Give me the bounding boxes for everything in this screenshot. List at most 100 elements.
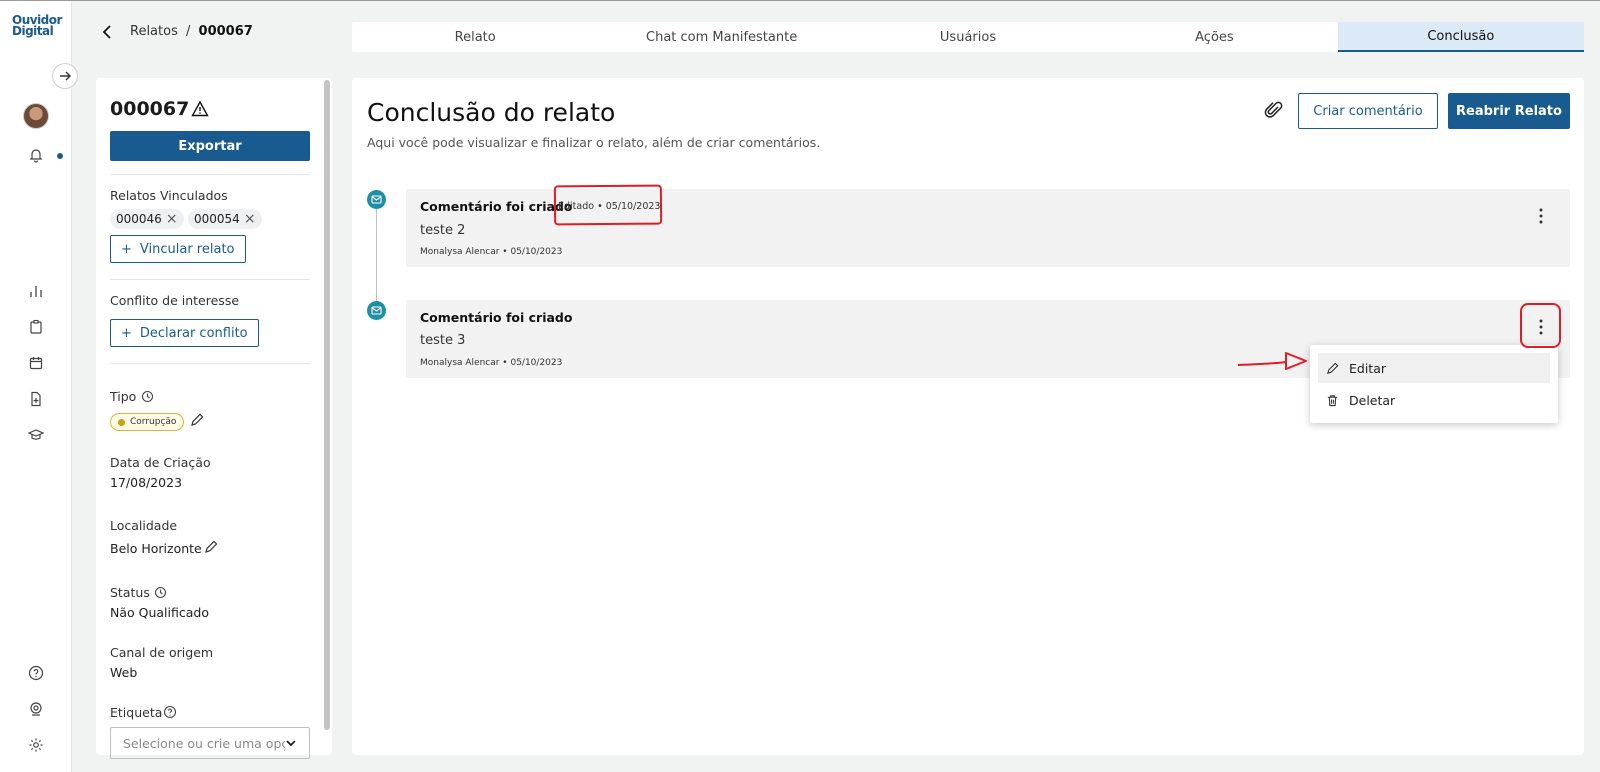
graduation-cap-icon [28,429,44,440]
close-icon[interactable]: × [166,211,178,227]
nav-calendar[interactable] [24,351,48,375]
help-circle-icon [28,665,44,681]
tab-relato[interactable]: Relato [352,22,598,52]
chevron-down-icon [286,740,296,747]
nav-training[interactable] [24,423,48,447]
divider [110,174,310,175]
file-plus-icon [31,391,41,407]
tag-select-placeholder: Selecione ou crie uma opção [123,735,285,751]
history-icon[interactable] [141,390,154,403]
tag-label: Etiqueta [110,705,163,720]
logo-line-2: Digital [12,24,54,38]
pencil-icon[interactable] [204,540,218,554]
app-logo[interactable]: Ouvidor Digital [12,14,62,38]
help-circle-icon[interactable] [163,705,177,719]
plus-icon: + [121,325,132,341]
timeline-marker [367,301,386,320]
locality-value: Belo Horizonte [110,541,202,556]
panel-scrollbar[interactable] [324,80,330,730]
webcam-icon [30,702,42,716]
reopen-report-button[interactable]: Reabrir Relato [1448,93,1570,129]
nav-new-document[interactable] [24,387,48,411]
nav-settings[interactable] [24,733,48,757]
calendar-icon [29,357,43,370]
paperclip-icon[interactable] [1263,99,1285,121]
bar-chart-icon [30,286,42,297]
plus-icon: + [121,241,132,257]
nav-reports[interactable] [24,315,48,339]
annotation-arrow [1237,352,1307,370]
tab-acoes[interactable]: Ações [1091,22,1337,52]
notifications-button[interactable] [24,143,48,167]
close-icon[interactable]: × [244,211,256,227]
nav-dashboard[interactable] [24,279,48,303]
annotation-highlight-box [553,184,663,226]
breadcrumb: Relatos / 000067 [130,24,253,39]
notification-dot [57,153,63,159]
channel-label: Canal de origem [110,645,214,660]
comment-title: Comentário foi criado [420,310,573,325]
arrow-right-icon [60,71,71,81]
clipboard-icon [30,319,42,334]
tipo-label: Tipo [110,389,137,404]
breadcrumb-current: 000067 [198,24,253,39]
tag-label: Corrupção [130,417,177,427]
warning-icon [191,100,209,117]
menu-item-edit-label: Editar [1349,360,1387,376]
menu-item-delete[interactable]: Deletar [1318,385,1550,415]
back-button[interactable] [97,21,117,43]
timeline-line [376,205,377,301]
trash-icon [1327,394,1338,406]
divider [110,279,310,280]
comment-title: Comentário foi criado [420,199,573,214]
mail-icon [371,306,382,315]
expand-nav-button[interactable] [52,63,78,89]
pencil-icon [1327,362,1339,374]
linked-reports-label: Relatos Vinculados [110,188,228,203]
locality-label: Localidade [110,518,178,533]
comment-menu-button[interactable] [1531,204,1551,228]
link-report-label: Vincular relato [139,241,235,257]
user-avatar[interactable] [23,103,49,129]
nav-webcam[interactable] [24,697,48,721]
comment-meta: Monalysa Alencar • 05/10/2023 [420,247,563,257]
menu-item-delete-label: Deletar [1349,392,1396,408]
declare-conflict-label: Declarar conflito [139,325,248,341]
channel-value: Web [110,665,138,680]
more-vertical-icon [1539,208,1543,224]
menu-item-edit[interactable]: Editar [1318,353,1550,383]
status-value: Não Qualificado [110,605,209,620]
created-date-label: Data de Criação [110,455,211,470]
linked-report-chip[interactable]: 000046 × [110,209,184,229]
tab-chat[interactable]: Chat com Manifestante [598,22,844,52]
nav-help[interactable] [24,661,48,685]
pencil-icon[interactable] [190,413,204,427]
chip-label: 000054 [194,212,240,226]
linked-report-chip[interactable]: 000054 × [188,209,262,229]
timeline-marker [367,190,386,209]
tag-select[interactable]: Selecione ou crie uma opção [110,727,310,759]
bell-icon [29,149,43,163]
conflict-label: Conflito de interesse [110,293,240,308]
history-icon[interactable] [154,586,167,599]
chip-label: 000046 [116,212,162,226]
mail-icon [371,195,382,204]
declare-conflict-button[interactable]: + Declarar conflito [110,319,259,347]
breadcrumb-separator: / [186,24,191,39]
created-date-value: 17/08/2023 [110,475,183,490]
tab-usuarios[interactable]: Usuários [845,22,1091,52]
tipo-tag: Corrupção [110,413,185,431]
link-report-button[interactable]: + Vincular relato [110,235,246,263]
create-comment-button[interactable]: Criar comentário [1298,93,1438,129]
breadcrumb-parent[interactable]: Relatos [130,24,178,39]
comment-meta: Monalysa Alencar • 05/10/2023 [420,358,563,368]
gear-icon [29,738,43,752]
tab-conclusao[interactable]: Conclusão [1337,22,1585,52]
comment-text: teste 3 [420,333,466,348]
annotation-highlight-box [1520,303,1561,348]
page-title: Conclusão do relato [367,98,616,127]
page-subtitle: Aqui você pode visualizar e finalizar o … [367,135,821,150]
export-button[interactable]: Exportar [110,131,310,161]
report-id: 000067 [110,98,190,120]
tag-dot [118,418,125,426]
